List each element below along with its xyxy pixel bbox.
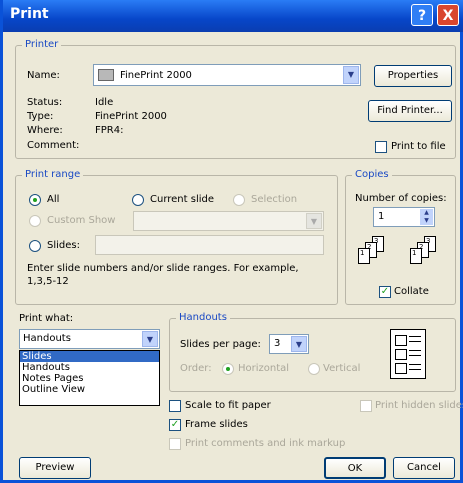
handout-layout-icon: [390, 329, 426, 379]
list-item[interactable]: Notes Pages: [20, 373, 159, 384]
print-what-label: Print what:: [19, 313, 74, 324]
preview-button[interactable]: Preview: [19, 457, 91, 479]
spinner-icon[interactable]: ▲ ▼: [420, 209, 433, 225]
chevron-down-icon[interactable]: ▼: [343, 66, 359, 84]
copies-input[interactable]: 1 ▲ ▼: [373, 207, 435, 227]
cancel-button[interactable]: Cancel: [393, 457, 455, 479]
chevron-down-icon[interactable]: ▼: [291, 336, 307, 352]
status-label: Status:: [27, 97, 63, 108]
custom-show-label: Custom Show: [47, 215, 116, 226]
slides-label: Slides:: [47, 240, 80, 251]
vertical-radio[interactable]: [308, 363, 320, 375]
comment-label: Comment:: [27, 140, 80, 151]
dialog-title: Print: [10, 6, 49, 22]
collate-checkbox[interactable]: ✓: [379, 286, 391, 298]
slides-per-page-value: 3: [274, 338, 281, 349]
print-to-file-checkbox[interactable]: [375, 141, 387, 153]
printer-icon: [98, 69, 114, 81]
printer-name-value: FinePrint 2000: [120, 70, 192, 81]
copies-group-label: Copies: [352, 169, 392, 180]
slides-per-page-select[interactable]: 3 ▼: [269, 334, 309, 354]
print-hidden-checkbox[interactable]: [360, 400, 372, 412]
print-to-file-label: Print to file: [391, 141, 446, 152]
frame-slides-checkbox[interactable]: ✓: [169, 419, 181, 431]
frame-slides-label: Frame slides: [185, 419, 248, 430]
print-hidden-label: Print hidden slides: [375, 400, 463, 411]
all-radio[interactable]: [29, 194, 41, 206]
where-label: Where:: [27, 125, 63, 136]
horizontal-radio[interactable]: [222, 363, 234, 375]
current-slide-label: Current slide: [150, 194, 215, 205]
list-item[interactable]: Outline View: [20, 384, 159, 395]
horizontal-label: Horizontal: [238, 363, 290, 374]
list-item[interactable]: Handouts: [20, 362, 159, 373]
order-label: Order:: [180, 363, 212, 374]
print-dialog: Print ? X Printer Name: FinePrint 2000 ▼…: [0, 0, 463, 483]
all-label: All: [47, 194, 60, 205]
custom-show-select[interactable]: ▼: [133, 211, 324, 231]
printer-name-select[interactable]: FinePrint 2000 ▼: [93, 64, 361, 86]
close-button[interactable]: X: [437, 4, 459, 26]
current-slide-radio[interactable]: [132, 194, 144, 206]
range-hint: Enter slide numbers and/or slide ranges.…: [27, 263, 299, 287]
name-label: Name:: [27, 70, 60, 81]
slides-per-page-label: Slides per page:: [180, 339, 261, 350]
collate-label: Collate: [394, 286, 429, 297]
title-bar: Print ? X: [3, 0, 463, 32]
print-what-value: Handouts: [23, 333, 71, 344]
ok-button[interactable]: OK: [324, 457, 386, 479]
properties-button[interactable]: Properties: [374, 65, 452, 87]
print-range-group-label: Print range: [22, 169, 84, 180]
help-button[interactable]: ?: [411, 4, 433, 26]
where-value: FPR4:: [95, 125, 124, 136]
selection-label: Selection: [251, 194, 298, 205]
print-comments-checkbox[interactable]: [169, 438, 181, 450]
type-label: Type:: [27, 111, 54, 122]
type-value: FinePrint 2000: [95, 111, 167, 122]
scale-to-fit-label: Scale to fit paper: [185, 400, 271, 411]
list-item[interactable]: Slides: [20, 351, 159, 362]
number-of-copies-label: Number of copies:: [355, 193, 447, 204]
printer-group-label: Printer: [22, 39, 62, 50]
find-printer-button[interactable]: Find Printer...: [368, 100, 452, 122]
custom-show-radio[interactable]: [29, 215, 41, 227]
status-value: Idle: [95, 97, 114, 108]
scale-to-fit-checkbox[interactable]: [169, 400, 181, 412]
slides-radio[interactable]: [29, 240, 41, 252]
handouts-group-label: Handouts: [176, 312, 230, 323]
print-what-dropdown-list: Slides Handouts Notes Pages Outline View: [19, 350, 160, 406]
collate-pages-icon: 3 2 1 3 2 1: [358, 236, 448, 276]
selection-radio[interactable]: [233, 194, 245, 206]
chevron-down-icon[interactable]: ▼: [306, 213, 322, 229]
slides-input[interactable]: [95, 235, 324, 255]
print-comments-label: Print comments and ink markup: [185, 438, 346, 449]
print-what-select[interactable]: Handouts ▼: [19, 329, 160, 349]
copies-value: 1: [378, 211, 385, 222]
vertical-label: Vertical: [323, 363, 361, 374]
chevron-down-icon[interactable]: ▼: [142, 331, 158, 347]
